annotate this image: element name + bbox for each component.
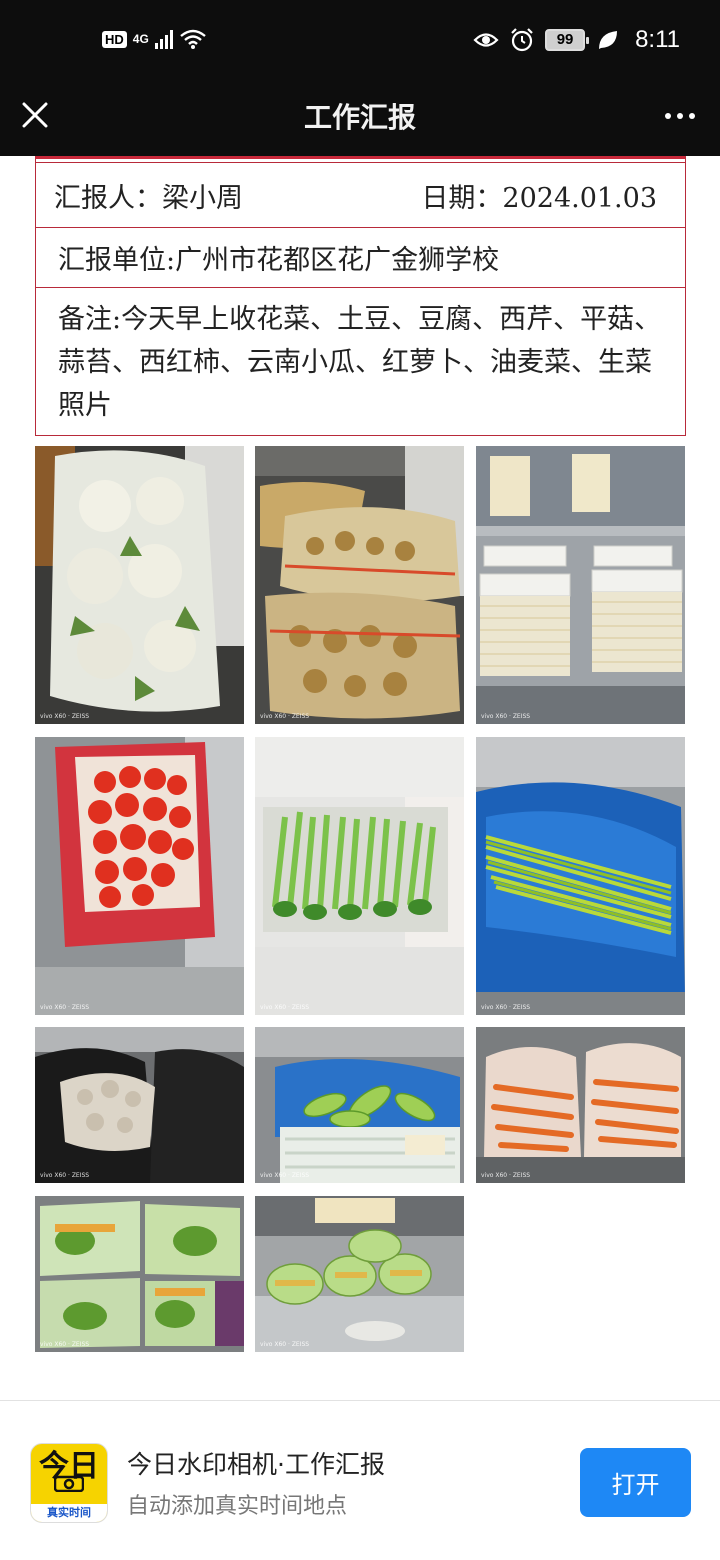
report-unit: 汇报单位:广州市花都区花广金狮学校: [58, 245, 500, 276]
camera-icon: [54, 1475, 84, 1492]
photo-mushroom[interactable]: vivo X60 · ZEISS: [35, 1027, 244, 1183]
more-button[interactable]: [658, 96, 702, 136]
reporter: 汇报人：梁小周: [54, 182, 243, 214]
photo-potato-image: [255, 446, 464, 724]
wifi-icon: [180, 29, 206, 49]
photo-watermark: vivo X60 · ZEISS: [481, 713, 531, 720]
more-dot: [689, 113, 695, 119]
photo-watermark: vivo X60 · ZEISS: [481, 1004, 531, 1011]
alarm-icon: [511, 28, 533, 52]
photo-tofu-image: [476, 446, 685, 724]
photo-cauliflower[interactable]: vivo X60 · ZEISS: [35, 446, 244, 724]
report-top-border: [35, 156, 686, 162]
battery-icon: 99: [545, 29, 590, 51]
photo-watermark: vivo X60 · ZEISS: [40, 1004, 90, 1011]
more-dot: [665, 113, 671, 119]
title-bar: 工作汇报: [0, 82, 720, 156]
app-icon-strip: 真实时间: [31, 1504, 107, 1522]
photo-leaf-lettuce-image: [35, 1196, 244, 1352]
photo-garlic-scape[interactable]: vivo X60 · ZEISS: [476, 737, 685, 1015]
photo-mushroom-image: [35, 1027, 244, 1183]
clock: 8:11: [635, 26, 680, 53]
photo-tofu[interactable]: vivo X60 · ZEISS: [476, 446, 685, 724]
report-info: 汇报人：梁小周 日期：2024.01.03 汇报单位:广州市花都区花广金狮学校 …: [35, 156, 686, 436]
photo-garlic-scape-image: [476, 737, 685, 1015]
photo-celery[interactable]: vivo X60 · ZEISS: [255, 737, 464, 1015]
open-button[interactable]: 打开: [580, 1448, 691, 1517]
photo-watermark: vivo X60 · ZEISS: [260, 1004, 310, 1011]
photo-watermark: vivo X60 · ZEISS: [260, 713, 310, 720]
leaf-icon: [599, 31, 618, 49]
photo-lettuce[interactable]: vivo X60 · ZEISS: [255, 1196, 464, 1352]
photo-watermark: vivo X60 · ZEISS: [40, 1341, 90, 1348]
photo-zucchini-image: [255, 1027, 464, 1183]
photo-tomato[interactable]: vivo X60 · ZEISS: [35, 737, 244, 1015]
photo-leaf-lettuce[interactable]: vivo X60 · ZEISS: [35, 1196, 244, 1352]
photo-watermark: vivo X60 · ZEISS: [481, 1172, 531, 1179]
page-title: 工作汇报: [303, 101, 416, 134]
photo-watermark: vivo X60 · ZEISS: [40, 713, 90, 720]
signal-icon: [154, 29, 173, 49]
photo-carrot-image: [476, 1027, 685, 1183]
app-banner[interactable]: 今日 真实时间 今日水印相机·工作汇报 自动添加真实时间地点 打开: [0, 1401, 720, 1560]
photo-watermark: vivo X60 · ZEISS: [260, 1172, 310, 1179]
remark-row: 备注:今天早上收花菜、土豆、豆腐、西芹、平菇、蒜苔、西红柿、云南小瓜、红萝卜、油…: [35, 288, 686, 436]
photo-cauliflower-image: [35, 446, 244, 724]
network-type: 4G: [132, 32, 149, 46]
photo-zucchini[interactable]: vivo X60 · ZEISS: [255, 1027, 464, 1183]
photo-potato[interactable]: vivo X60 · ZEISS: [255, 446, 464, 724]
status-left: HD 4G: [102, 28, 207, 50]
status-bar: HD 4G 99 8:11: [0, 0, 720, 82]
app-name: 今日水印相机·工作汇报: [127, 1450, 385, 1479]
unit-row: 汇报单位:广州市花都区花广金狮学校: [35, 228, 686, 288]
hd-badge: HD: [102, 30, 127, 48]
photo-watermark: vivo X60 · ZEISS: [260, 1341, 310, 1348]
app-icon[interactable]: 今日 真实时间: [30, 1443, 108, 1523]
photo-carrot[interactable]: vivo X60 · ZEISS: [476, 1027, 685, 1183]
photo-lettuce-image: [255, 1196, 464, 1352]
status-right: 99 8:11: [473, 26, 680, 54]
report-remark: 备注:今天早上收花菜、土豆、豆腐、西芹、平菇、蒜苔、西红柿、云南小瓜、红萝卜、油…: [58, 304, 662, 421]
app-description: 自动添加真实时间地点: [127, 1494, 348, 1519]
more-dot: [677, 113, 683, 119]
eye-icon: [473, 33, 499, 47]
photo-watermark: vivo X60 · ZEISS: [40, 1172, 90, 1179]
report-date: 日期：2024.01.03: [421, 182, 657, 214]
photo-celery-image: [255, 737, 464, 1015]
reporter-row: 汇报人：梁小周 日期：2024.01.03: [35, 162, 686, 228]
photo-tomato-image: [35, 737, 244, 1015]
